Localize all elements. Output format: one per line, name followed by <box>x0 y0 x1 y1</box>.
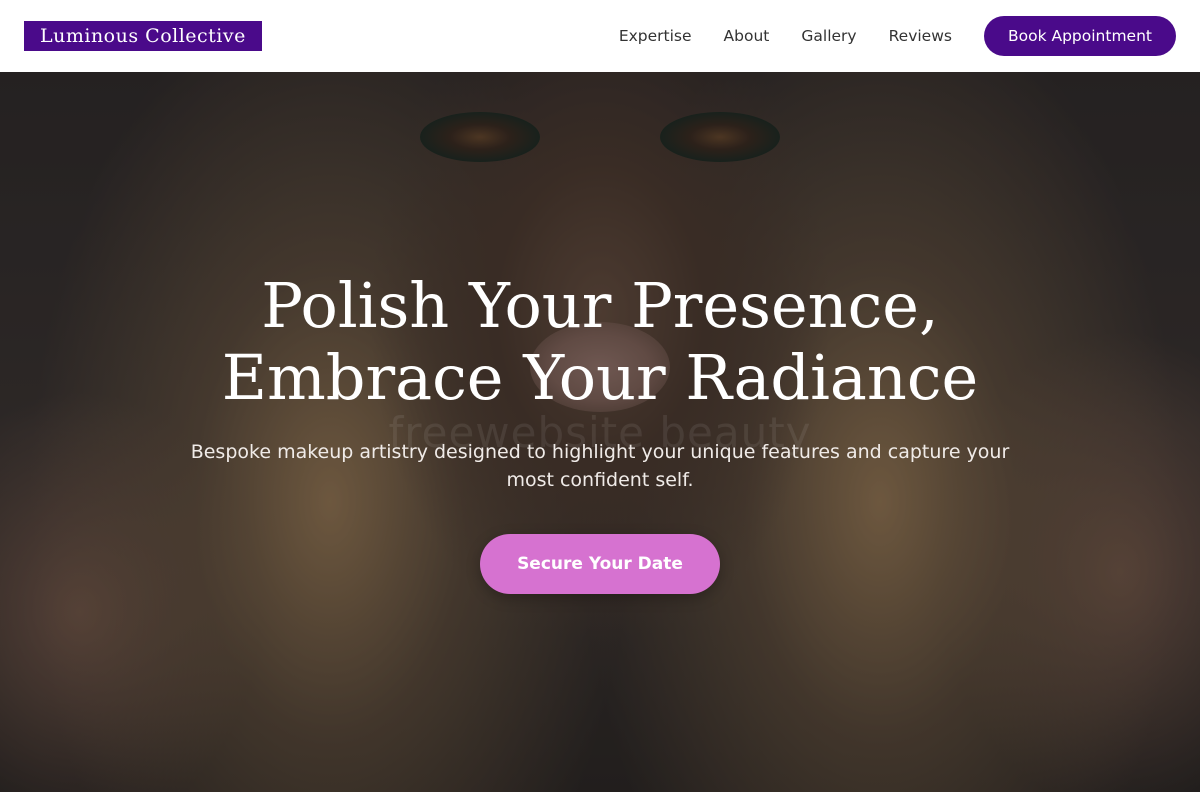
nav-link-expertise[interactable]: Expertise <box>619 27 692 45</box>
main-nav: Expertise About Gallery Reviews Book App… <box>619 16 1176 56</box>
hero-subtitle: Bespoke makeup artistry designed to high… <box>190 441 1010 491</box>
nav-link-about[interactable]: About <box>724 27 770 45</box>
page-bottom-strip <box>0 792 1200 800</box>
hero-title-line-1: Polish Your Presence, <box>261 269 939 342</box>
book-appointment-button[interactable]: Book Appointment <box>983 16 1176 56</box>
hero-section: freewebsite beauty Polish Your Presence,… <box>0 72 1200 792</box>
hero-title: Polish Your Presence, Embrace Your Radia… <box>100 270 1100 414</box>
site-header: Luminous Collective Expertise About Gall… <box>0 0 1200 72</box>
nav-link-gallery[interactable]: Gallery <box>801 27 856 45</box>
hero-title-line-2: Embrace Your Radiance <box>221 341 979 414</box>
nav-link-reviews[interactable]: Reviews <box>889 27 952 45</box>
brand-logo[interactable]: Luminous Collective <box>24 21 262 51</box>
secure-your-date-button[interactable]: Secure Your Date <box>480 534 720 594</box>
hero-content: Polish Your Presence, Embrace Your Radia… <box>0 72 1200 792</box>
